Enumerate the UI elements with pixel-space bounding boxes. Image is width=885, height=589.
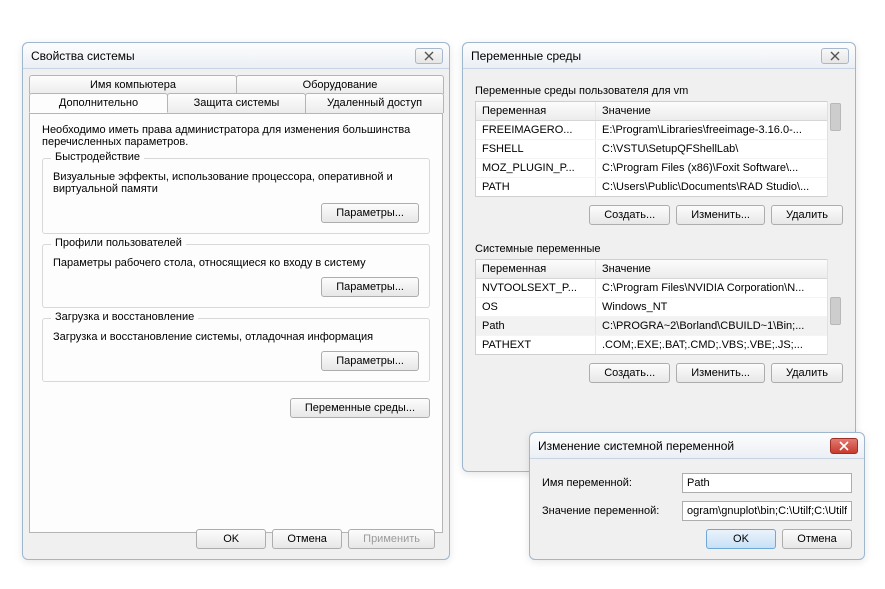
var-name-input[interactable] — [682, 473, 852, 493]
scrollbar[interactable] — [827, 101, 843, 197]
group-profiles-title: Профили пользователей — [51, 237, 186, 249]
system-create-button[interactable]: Создать... — [589, 363, 670, 383]
table-row[interactable]: MOZ_PLUGIN_P... C:\Program Files (x86)\F… — [476, 159, 842, 178]
table-header: Переменная Значение — [476, 102, 842, 121]
close-button[interactable] — [821, 48, 849, 64]
group-startup-title: Загрузка и восстановление — [51, 311, 198, 323]
group-profiles: Профили пользователей Параметры рабочего… — [42, 244, 430, 308]
row-var-value: Значение переменной: — [542, 501, 852, 521]
close-button[interactable] — [830, 438, 858, 454]
window-title: Свойства системы — [29, 49, 415, 63]
system-vars-label: Системные переменные — [475, 243, 843, 255]
close-button[interactable] — [415, 48, 443, 64]
col-variable[interactable]: Переменная — [476, 260, 596, 278]
performance-settings-button[interactable]: Параметры... — [321, 203, 419, 223]
system-delete-button[interactable]: Удалить — [771, 363, 843, 383]
edit-body: Имя переменной: Значение переменной: OK … — [530, 459, 864, 557]
ok-button[interactable]: OK — [196, 529, 266, 549]
titlebar: Свойства системы — [23, 43, 449, 69]
user-create-button[interactable]: Создать... — [589, 205, 670, 225]
tab-body-advanced: Необходимо иметь права администратора дл… — [29, 113, 443, 533]
var-value-label: Значение переменной: — [542, 505, 672, 517]
table-row[interactable]: Path C:\PROGRA~2\Borland\CBUILD~1\Bin;..… — [476, 317, 842, 336]
tab-hardware[interactable]: Оборудование — [236, 75, 444, 94]
tabs-row-1: Имя компьютера Оборудование — [29, 75, 443, 94]
tab-remote[interactable]: Удаленный доступ — [305, 93, 444, 113]
group-startup: Загрузка и восстановление Загрузка и вос… — [42, 318, 430, 382]
tab-advanced[interactable]: Дополнительно — [29, 93, 168, 113]
system-edit-button[interactable]: Изменить... — [676, 363, 765, 383]
dialog-footer: OK Отмена Применить — [196, 529, 435, 549]
edit-system-variable-window: Изменение системной переменной Имя перем… — [529, 432, 865, 560]
user-vars-table-wrap: Переменная Значение FREEIMAGERO... E:\Pr… — [475, 101, 843, 197]
user-delete-button[interactable]: Удалить — [771, 205, 843, 225]
window-title: Изменение системной переменной — [536, 439, 830, 453]
col-variable[interactable]: Переменная — [476, 102, 596, 120]
var-name-label: Имя переменной: — [542, 477, 672, 489]
system-vars-table-wrap: Переменная Значение NVTOOLSEXT_P... C:\P… — [475, 259, 843, 355]
titlebar: Изменение системной переменной — [530, 433, 864, 459]
group-profiles-desc: Параметры рабочего стола, относящиеся ко… — [53, 257, 419, 269]
group-performance-desc: Визуальные эффекты, использование процес… — [53, 171, 419, 195]
scrollbar[interactable] — [827, 259, 843, 355]
table-row[interactable]: FSHELL C:\VSTU\SetupQFShellLab\ — [476, 140, 842, 159]
table-row[interactable]: PATHEXT .COM;.EXE;.BAT;.CMD;.VBS;.VBE;.J… — [476, 336, 842, 354]
group-startup-desc: Загрузка и восстановление системы, отлад… — [53, 331, 419, 343]
row-var-name: Имя переменной: — [542, 473, 852, 493]
system-properties-window: Свойства системы Имя компьютера Оборудов… — [22, 42, 450, 560]
tab-system-protection[interactable]: Защита системы — [167, 93, 306, 113]
intro-text: Необходимо иметь права администратора дл… — [42, 124, 430, 148]
col-value[interactable]: Значение — [596, 102, 842, 120]
environment-variables-button[interactable]: Переменные среды... — [290, 398, 430, 418]
user-vars-table[interactable]: Переменная Значение FREEIMAGERO... E:\Pr… — [475, 101, 843, 197]
table-row[interactable]: PATH C:\Users\Public\Documents\RAD Studi… — [476, 178, 842, 196]
cancel-button[interactable]: Отмена — [272, 529, 342, 549]
startup-settings-button[interactable]: Параметры... — [321, 351, 419, 371]
col-value[interactable]: Значение — [596, 260, 842, 278]
table-row[interactable]: FREEIMAGERO... E:\Program\Libraries\free… — [476, 121, 842, 140]
group-performance-title: Быстродействие — [51, 151, 144, 163]
table-row[interactable]: OS Windows_NT — [476, 298, 842, 317]
titlebar: Переменные среды — [463, 43, 855, 69]
environment-variables-window: Переменные среды Переменные среды пользо… — [462, 42, 856, 472]
group-performance: Быстродействие Визуальные эффекты, испол… — [42, 158, 430, 234]
user-edit-button[interactable]: Изменить... — [676, 205, 765, 225]
tab-computer-name[interactable]: Имя компьютера — [29, 75, 237, 94]
system-vars-table[interactable]: Переменная Значение NVTOOLSEXT_P... C:\P… — [475, 259, 843, 355]
window-title: Переменные среды — [469, 49, 821, 63]
tabs-row-2: Дополнительно Защита системы Удаленный д… — [29, 93, 443, 113]
table-header: Переменная Значение — [476, 260, 842, 279]
env-body: Переменные среды пользователя для vm Пер… — [463, 69, 855, 395]
table-row[interactable]: NVTOOLSEXT_P... C:\Program Files\NVIDIA … — [476, 279, 842, 298]
var-value-input[interactable] — [682, 501, 852, 521]
ok-button[interactable]: OK — [706, 529, 776, 549]
user-vars-label: Переменные среды пользователя для vm — [475, 85, 843, 97]
profiles-settings-button[interactable]: Параметры... — [321, 277, 419, 297]
apply-button[interactable]: Применить — [348, 529, 435, 549]
cancel-button[interactable]: Отмена — [782, 529, 852, 549]
